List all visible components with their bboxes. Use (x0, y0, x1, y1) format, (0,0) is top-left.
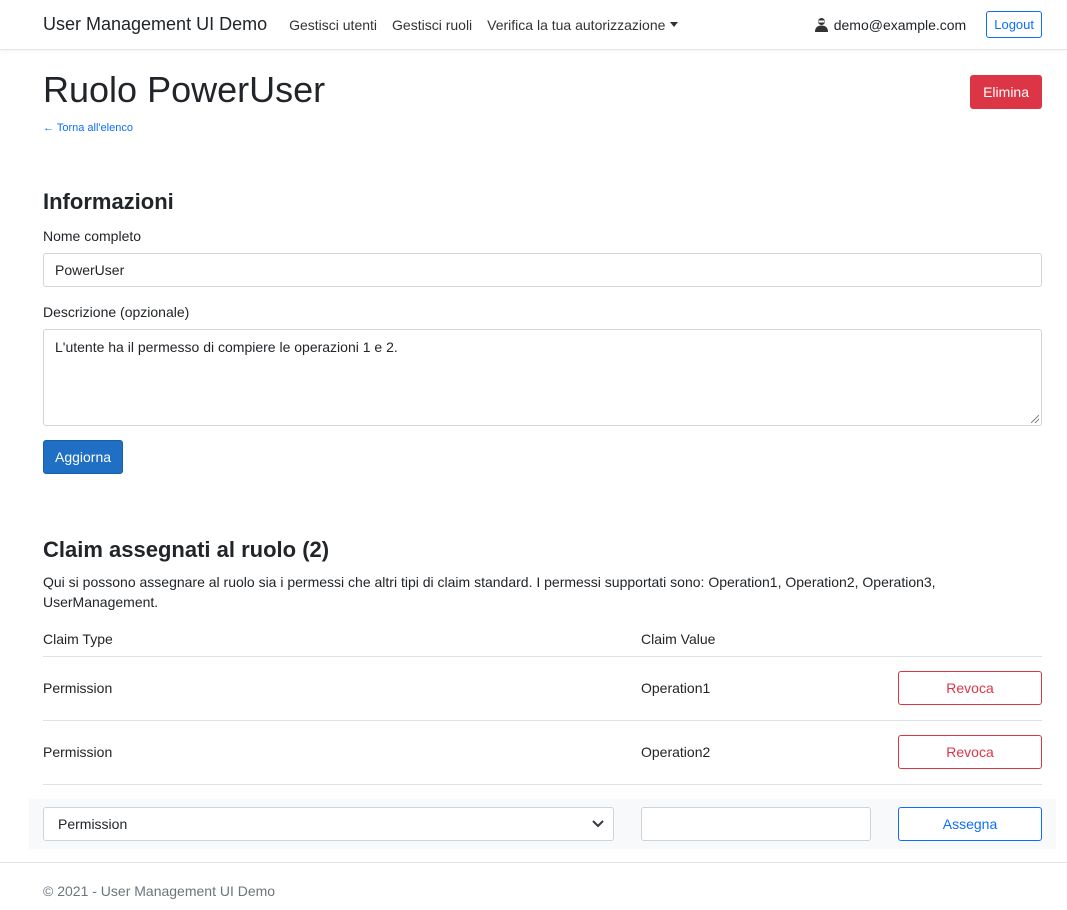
user-icon (814, 18, 828, 32)
claim-type-cell: Permission (43, 720, 641, 785)
column-header-claim-value: Claim Value (641, 622, 898, 657)
user-email: demo@example.com (833, 16, 967, 33)
current-user: demo@example.com (814, 16, 967, 33)
claims-table-header: Claim Type Claim Value (43, 622, 1042, 657)
revoke-button[interactable]: Revoca (898, 735, 1042, 769)
assign-claim-row: Permission Assegna (29, 798, 1056, 849)
assign-button[interactable]: Assegna (898, 806, 1042, 841)
description-label: Descrizione (opzionale) (43, 304, 190, 320)
update-button[interactable]: Aggiorna (43, 440, 124, 474)
revoke-button[interactable]: Revoca (898, 671, 1042, 705)
claims-table: Claim Type Claim Value Permission Operat… (43, 622, 1042, 785)
description-text: L'utente ha il permesso di compiere le o… (55, 339, 398, 355)
footer: © 2021 - User Management UI Demo (0, 861, 1067, 899)
column-header-claim-type: Claim Type (43, 622, 641, 657)
main-content: Ruolo PowerUser Elimina ← Torna all'elen… (0, 50, 1067, 849)
info-heading: Informazioni (43, 189, 174, 214)
delete-role-button[interactable]: Elimina (970, 75, 1042, 109)
nav-manage-users[interactable]: Gestisci utenti (289, 17, 377, 33)
nav-check-authorization-dropdown[interactable]: Verifica la tua autorizzazione (487, 16, 679, 33)
logout-button[interactable]: Logout (986, 11, 1042, 38)
claim-type-selected: Permission (58, 815, 128, 832)
brand-link[interactable]: User Management UI Demo (43, 14, 267, 35)
nav-manage-roles[interactable]: Gestisci ruoli (392, 17, 472, 33)
claim-type-select[interactable]: Permission (43, 806, 614, 841)
chevron-down-icon (592, 819, 604, 827)
footer-text: © 2021 - User Management UI Demo (43, 882, 276, 899)
page-title: Ruolo PowerUser (43, 69, 326, 110)
description-textarea[interactable]: L'utente ha il permesso di compiere le o… (43, 329, 1042, 426)
nav-check-authorization-label: Verifica la tua autorizzazione (487, 16, 666, 33)
claim-value-cell: Operation2 (641, 720, 898, 785)
table-row: Permission Operation1 Revoca (43, 656, 1042, 721)
full-name-label: Nome completo (43, 228, 142, 244)
claims-heading: Claim assegnati al ruolo (2) (43, 537, 330, 562)
claims-help-text: Qui si possono assegnare al ruolo sia i … (43, 574, 936, 610)
column-header-actions (898, 622, 1042, 657)
full-name-input[interactable]: PowerUser (43, 253, 1042, 287)
resize-handle-icon[interactable] (1031, 415, 1039, 423)
claim-value-input[interactable] (641, 806, 871, 841)
claim-value-cell: Operation1 (641, 656, 898, 721)
table-row: Permission Operation2 Revoca (43, 720, 1042, 785)
caret-down-icon (670, 22, 679, 27)
top-navbar: User Management UI Demo Gestisci utenti … (0, 0, 1067, 50)
back-to-list-link[interactable]: ← Torna all'elenco (43, 122, 1042, 134)
claim-type-cell: Permission (43, 656, 641, 721)
